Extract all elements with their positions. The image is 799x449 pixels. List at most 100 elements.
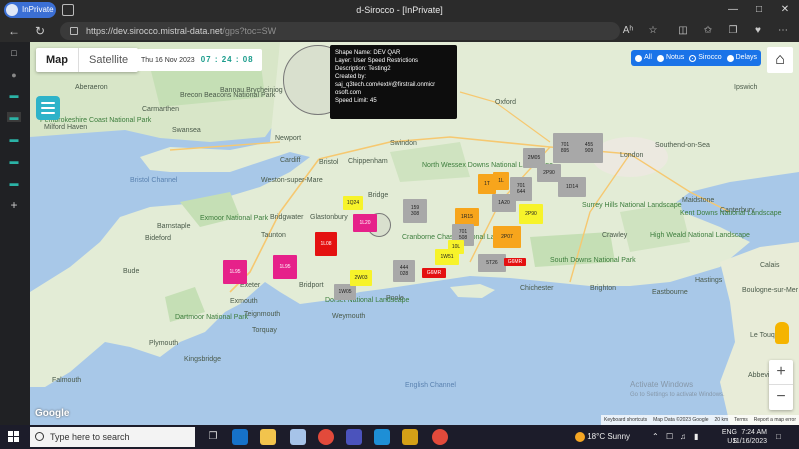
vehicle-marker[interactable]: 1L20 — [353, 214, 377, 232]
read-aloud-icon[interactable]: Aʰ — [620, 23, 636, 39]
teams-icon[interactable] — [346, 429, 362, 445]
vehicle-marker[interactable]: 2W03 — [350, 270, 372, 286]
favorites-icon[interactable]: ✩ — [700, 23, 716, 39]
filter-all[interactable]: All — [635, 50, 652, 66]
url-field[interactable]: https://dev.sirocco.mistral-data.net/gps… — [60, 22, 620, 40]
home-button[interactable]: ⌂ — [767, 47, 793, 73]
browser-side-panel: □ ● ▬ ▬ ▬ ▬ ▬ + — [0, 42, 28, 425]
tooltip-line: osoft.com — [335, 90, 362, 96]
filter-sirocco[interactable]: Sirocco — [689, 50, 722, 66]
vehicle-marker[interactable]: 1L95 — [273, 255, 297, 279]
windows-start-icon[interactable] — [8, 431, 20, 443]
park-label: Dartmoor National Park — [175, 314, 249, 321]
vehicle-marker[interactable]: 701 895 — [553, 133, 577, 163]
zoom-in-button[interactable]: + — [769, 360, 793, 385]
vehicle-marker[interactable]: 1W05 — [334, 284, 356, 300]
watermark-line: Go to Settings to activate Windows. — [630, 392, 725, 398]
maximize-icon[interactable]: □ — [747, 0, 771, 20]
vehicle-marker[interactable]: 455 909 — [575, 133, 603, 163]
vehicle-marker[interactable]: 5T26 — [478, 254, 506, 272]
terms-link[interactable]: Terms — [734, 415, 748, 425]
minimize-icon[interactable]: — — [721, 0, 745, 20]
clock-date: 11/16/2023 — [732, 438, 767, 445]
filter-notus[interactable]: Notus — [656, 50, 685, 66]
tray-chevron-icon[interactable]: ⌃ — [652, 425, 659, 449]
place-label: Southend-on-Sea — [655, 142, 710, 149]
chrome-icon[interactable] — [432, 429, 448, 445]
map-type-control: Map Satellite — [36, 48, 139, 72]
street-view-pegman-icon[interactable] — [775, 322, 789, 344]
tooltip-line: Speed Limit: 45 — [335, 98, 377, 104]
vehicle-marker[interactable]: 10L — [448, 240, 464, 254]
add-tab-icon[interactable]: + — [7, 199, 21, 211]
collections-icon[interactable]: ❐ — [725, 23, 741, 39]
vehicle-marker[interactable]: 701 644 — [510, 177, 532, 201]
place-label: Taunton — [261, 232, 286, 239]
taskbar-clock[interactable]: 7:24 AM 11/16/2023 — [732, 428, 767, 446]
vehicle-marker[interactable]: G6MR — [422, 268, 446, 278]
map-type-map-button[interactable]: Map — [36, 48, 78, 72]
hamburger-menu-button[interactable] — [36, 96, 60, 120]
vehicle-marker[interactable]: 2P07 — [493, 226, 521, 248]
place-label: Boulogne-sur-Mer — [742, 287, 799, 294]
network-icon[interactable]: ☐ — [666, 425, 673, 449]
map-canvas[interactable]: Swansea Cardiff Newport Bristol Swindon Chipp… — [30, 42, 799, 425]
weather-text: 18°C Sunny — [587, 432, 631, 441]
vehicle-marker[interactable]: G6MR — [504, 258, 526, 266]
vehicle-marker[interactable]: 1Q24 — [343, 196, 363, 210]
lock-icon — [70, 27, 78, 35]
battery-icon[interactable]: ▮ — [694, 425, 698, 449]
close-icon[interactable]: ✕ — [773, 0, 797, 20]
url-host: https://dev.sirocco.mistral-data.net — [86, 26, 223, 36]
split-screen-icon[interactable]: ◫ — [675, 23, 691, 39]
place-label: Falmouth — [52, 377, 82, 384]
task-view-icon[interactable]: ❐ — [205, 429, 221, 445]
settings-more-icon[interactable]: ⋯ — [775, 23, 791, 39]
place-label: Swansea — [172, 127, 201, 134]
sidebar-tab-icon[interactable]: ▬ — [7, 90, 21, 100]
filter-label: All — [644, 54, 652, 61]
back-icon[interactable]: ← — [6, 23, 22, 39]
vehicle-marker[interactable]: 159 308 — [403, 199, 427, 223]
filter-label: Notus — [665, 54, 685, 61]
chrome-icon[interactable] — [318, 429, 334, 445]
app-icon[interactable] — [374, 429, 390, 445]
zoom-out-button[interactable]: − — [769, 385, 793, 410]
refresh-icon[interactable]: ↻ — [32, 23, 48, 39]
notifications-icon[interactable]: □ — [776, 425, 781, 449]
scale-text[interactable]: 20 km — [715, 415, 729, 425]
place-label: Bristol — [319, 159, 339, 166]
sidebar-tab-icon[interactable]: □ — [7, 48, 21, 58]
volume-icon[interactable]: ♫ — [680, 425, 686, 449]
edge-app-icon[interactable] — [232, 429, 248, 445]
filter-delays[interactable]: Delays — [726, 50, 757, 66]
taskbar-search-input[interactable]: Type here to search — [30, 427, 195, 447]
report-error-link[interactable]: Report a map error — [754, 415, 796, 425]
app-icon[interactable] — [402, 429, 418, 445]
park-label: Exmoor National Park — [200, 215, 269, 222]
sidebar-tab-icon[interactable]: ▬ — [7, 134, 21, 144]
browser-essentials-icon[interactable]: ♥ — [750, 23, 766, 39]
vehicle-marker[interactable]: 444 028 — [393, 260, 415, 282]
place-label: Teignmouth — [244, 311, 281, 318]
sidebar-tab-icon[interactable]: ▬ — [7, 112, 21, 122]
vehicle-marker[interactable]: 1L95 — [223, 260, 247, 284]
keyboard-shortcuts-link[interactable]: Keyboard shortcuts — [604, 415, 647, 425]
file-explorer-icon[interactable] — [260, 429, 276, 445]
menu-bar-icon — [41, 102, 55, 104]
favorite-star-icon[interactable]: ☆ — [645, 23, 661, 39]
place-label: Oxford — [495, 99, 517, 106]
place-label: Ipswich — [734, 84, 758, 91]
weather-widget[interactable]: 18°C Sunny — [575, 425, 630, 449]
vehicle-marker[interactable]: 1D14 — [558, 177, 586, 197]
app-icon[interactable] — [290, 429, 306, 445]
vehicle-marker[interactable]: 1L08 — [315, 232, 337, 256]
sidebar-tab-icon[interactable]: ▬ — [7, 178, 21, 188]
menu-bar-icon — [41, 112, 55, 114]
sidebar-app-icon[interactable]: ● — [7, 70, 21, 80]
vehicle-marker[interactable]: 2P90 — [519, 204, 543, 224]
vehicle-marker[interactable]: 1L — [493, 172, 509, 190]
vehicle-marker[interactable]: 2M05 — [523, 148, 545, 168]
map-type-satellite-button[interactable]: Satellite — [78, 48, 138, 72]
sidebar-tab-icon[interactable]: ▬ — [7, 156, 21, 166]
